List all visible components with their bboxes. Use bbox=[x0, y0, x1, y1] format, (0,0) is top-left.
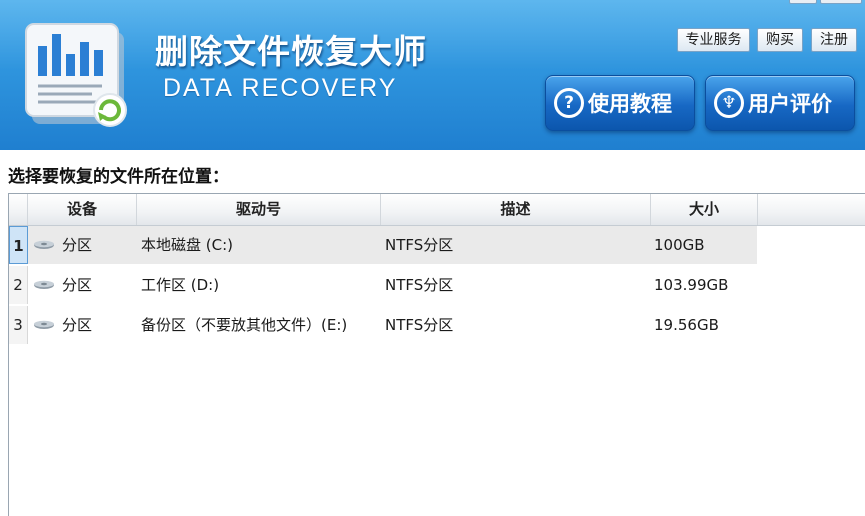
tutorial-button[interactable]: ? 使用教程 bbox=[545, 75, 695, 131]
table-row[interactable]: 1 分区 本地磁盘 (C:) NTFS分区 100GB bbox=[9, 226, 757, 264]
tutorial-button-label: 使用教程 bbox=[588, 92, 672, 116]
buy-button[interactable]: 购买 bbox=[757, 28, 803, 52]
column-header-size[interactable]: 大小 bbox=[651, 194, 758, 225]
device-cell: 分区 bbox=[62, 316, 93, 334]
partition-table: 设备 驱动号 描述 大小 1 分区 本地磁盘 (C:) NTFS分区 100GB… bbox=[8, 193, 865, 516]
table-row[interactable]: 2 分区 工作区 (D:) NTFS分区 103.99GB bbox=[9, 266, 757, 304]
app-title: 删除文件恢复大师 bbox=[155, 32, 427, 71]
device-cell: 分区 bbox=[62, 236, 93, 254]
drive-cell: 工作区 (D:) bbox=[141, 276, 220, 294]
column-header-blank bbox=[9, 194, 28, 225]
question-icon: ? bbox=[554, 88, 584, 118]
device-cell: 分区 bbox=[62, 276, 93, 294]
app-subtitle: DATA RECOVERY bbox=[163, 74, 398, 102]
user-review-icon: ♆ bbox=[714, 88, 744, 118]
hard-drive-icon bbox=[34, 240, 54, 249]
hard-drive-icon bbox=[34, 280, 54, 289]
hard-drive-icon bbox=[34, 320, 54, 329]
window-minimize-button[interactable] bbox=[789, 0, 817, 4]
drive-cell: 备份区（不要放其他文件）(E:) bbox=[141, 316, 348, 334]
table-header: 设备 驱动号 描述 大小 bbox=[9, 194, 865, 226]
description-cell: NTFS分区 bbox=[385, 236, 454, 254]
user-review-button[interactable]: ♆ 用户评价 bbox=[705, 75, 855, 131]
location-prompt: 选择要恢复的文件所在位置： bbox=[8, 167, 229, 187]
row-number: 1 bbox=[9, 226, 28, 264]
table-row[interactable]: 3 分区 备份区（不要放其他文件）(E:) NTFS分区 19.56GB bbox=[9, 306, 757, 344]
app-header: 删除文件恢复大师 DATA RECOVERY 专业服务 购买 注册 ? 使用教程… bbox=[0, 0, 865, 150]
description-cell: NTFS分区 bbox=[385, 276, 454, 294]
user-review-button-label: 用户评价 bbox=[748, 92, 832, 116]
description-cell: NTFS分区 bbox=[385, 316, 454, 334]
register-button[interactable]: 注册 bbox=[811, 28, 857, 52]
size-cell: 103.99GB bbox=[654, 276, 729, 294]
column-header-device[interactable]: 设备 bbox=[28, 194, 137, 225]
column-header-description[interactable]: 描述 bbox=[381, 194, 651, 225]
drive-cell: 本地磁盘 (C:) bbox=[141, 236, 233, 254]
column-header-drive[interactable]: 驱动号 bbox=[137, 194, 381, 225]
size-cell: 19.56GB bbox=[654, 316, 719, 334]
app-logo-icon bbox=[25, 23, 127, 127]
window-close-button[interactable] bbox=[820, 0, 862, 4]
size-cell: 100GB bbox=[654, 236, 705, 254]
pro-service-button[interactable]: 专业服务 bbox=[677, 28, 750, 52]
row-number: 2 bbox=[9, 266, 28, 304]
row-number: 3 bbox=[9, 306, 28, 344]
